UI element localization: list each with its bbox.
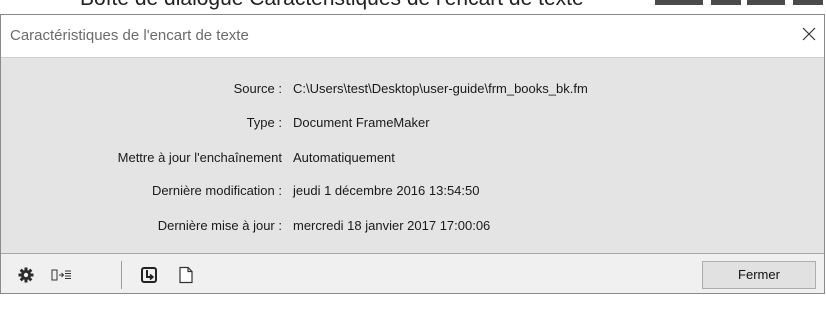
type-row: Type : Document FrameMaker: [1, 111, 824, 135]
link-arrow-icon: [51, 269, 71, 281]
background-dialog-fragment: [655, 0, 825, 7]
update-icon: [141, 267, 157, 283]
toolbar-separator: [121, 261, 122, 289]
type-value: Document FrameMaker: [293, 115, 430, 130]
gear-icon: [18, 267, 34, 283]
last-modified-value: jeudi 1 décembre 2016 13:54:50: [293, 183, 480, 198]
type-label: Type :: [246, 115, 282, 130]
open-document-button[interactable]: [172, 261, 200, 289]
update-chain-row: Mettre à jour l'enchaînement Automatique…: [1, 146, 824, 170]
go-to-source-button[interactable]: [48, 261, 76, 289]
last-update-label: Dernière mise à jour :: [157, 218, 282, 233]
last-modified-row: Dernière modification : jeudi 1 décembre…: [1, 179, 824, 203]
last-update-value: mercredi 18 janvier 2017 17:00:06: [293, 218, 491, 233]
source-value: C:\Users\test\Desktop\user-guide\frm_boo…: [293, 81, 588, 96]
close-window-button[interactable]: [796, 21, 822, 47]
fermer-button[interactable]: Fermer: [702, 261, 816, 289]
settings-button[interactable]: [12, 261, 40, 289]
last-modified-label: Dernière modification :: [151, 183, 282, 198]
text-inset-properties-dialog: Caractéristiques de l'encart de texte So…: [0, 14, 825, 294]
close-icon: [802, 27, 816, 41]
dialog-titlebar: Caractéristiques de l'encart de texte: [1, 15, 824, 58]
dialog-title: Caractéristiques de l'encart de texte: [10, 27, 249, 44]
document-caption: Boîte de dialogue Caractéristiques de l'…: [80, 0, 584, 11]
source-row: Source : C:\Users\test\Desktop\user-guid…: [1, 77, 824, 101]
update-chain-label: Mettre à jour l'enchaînement: [117, 150, 282, 165]
properties-panel: Source : C:\Users\test\Desktop\user-guid…: [1, 58, 824, 254]
last-update-row: Dernière mise à jour : mercredi 18 janvi…: [1, 214, 824, 238]
update-now-button[interactable]: [135, 261, 163, 289]
dialog-footer: Fermer: [1, 254, 824, 293]
update-chain-value: Automatiquement: [293, 150, 395, 165]
source-label: Source :: [233, 81, 282, 96]
document-icon: [179, 266, 193, 284]
